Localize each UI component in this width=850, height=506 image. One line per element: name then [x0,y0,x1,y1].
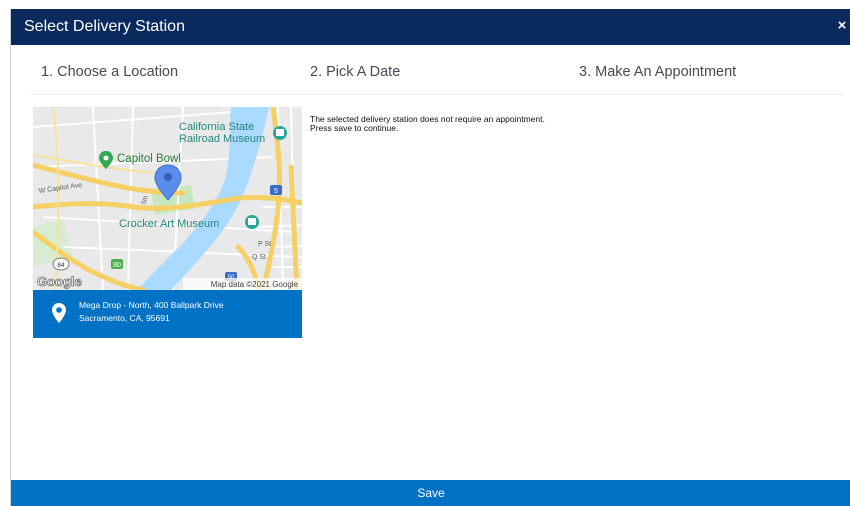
station-address-line1: Mega Drop - North, 400 Ballpark Drive [79,300,224,310]
dialog-title: Select Delivery Station [24,18,185,35]
location-pin-dot [164,173,172,181]
save-button[interactable]: Save [11,480,850,506]
map-label-museum: Railroad Museum [179,133,265,145]
museum-icon [248,218,256,225]
appointment-message: The selected delivery station does not r… [310,115,610,133]
map-label-crocker: Crocker Art Museum [119,218,219,230]
close-button[interactable]: × [835,17,849,35]
delivery-station-dialog: Select Delivery Station × 1. Choose a Lo… [10,9,850,506]
station-map[interactable]: California State Railroad Museum Capitol… [33,107,302,290]
step-choose-location: 1. Choose a Location [41,64,179,80]
shield-label: 80 [113,262,121,269]
step-divider [31,94,843,95]
station-address-line2: Sacramento, CA, 95691 [79,313,170,323]
station-card: California State Railroad Museum Capitol… [33,107,302,338]
message-line: Press save to continue. [310,123,399,133]
map-label-museum: California State [179,121,254,133]
step-indicator: 1. Choose a Location 2. Pick A Date 3. M… [11,45,850,95]
street-label: Q St [252,254,266,261]
station-address: Mega Drop - North, 400 Ballpark Drive Sa… [33,290,302,338]
map-attribution[interactable]: Map data ©2021 Google [211,280,299,289]
step-pick-date: 2. Pick A Date [310,64,401,80]
museum-icon [276,129,284,136]
dialog-header: Select Delivery Station × [11,9,850,45]
street-label: P St [258,241,271,248]
step-make-appointment: 3. Make An Appointment [579,64,737,80]
location-marker-icon [52,303,66,323]
google-logo: Google [37,274,82,289]
map-label-bowl: Capitol Bowl [117,153,181,165]
bowl-pin-dot [103,155,109,161]
shield-label: 5 [274,188,278,195]
dialog-footer: Save [11,480,850,506]
shield-label: 84 [57,262,65,269]
